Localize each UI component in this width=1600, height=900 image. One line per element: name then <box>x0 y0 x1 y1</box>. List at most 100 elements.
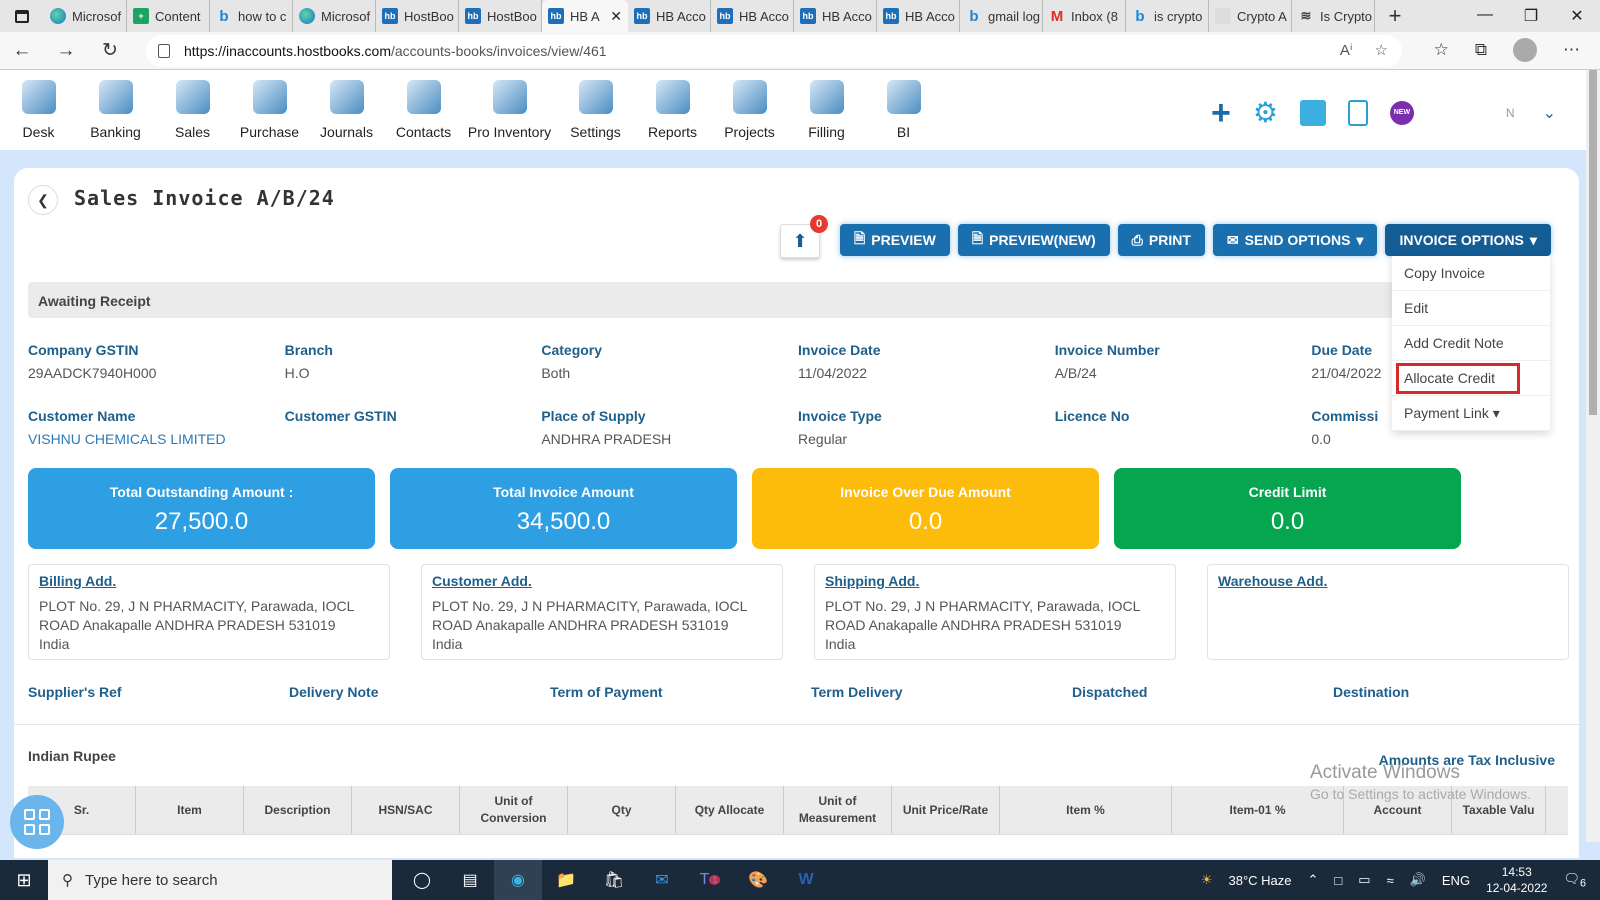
notifications-icon[interactable]: 🗨6 <box>1563 871 1586 890</box>
browser-tab[interactable]: M Inbox (8 <box>1043 0 1126 32</box>
column-header[interactable]: Unit of Conversion <box>460 786 568 834</box>
apps-grid-button[interactable] <box>10 795 64 849</box>
nav-pro-inventory[interactable]: Pro Inventory <box>462 70 557 150</box>
preview-button[interactable]: 🗎 PREVIEW <box>840 224 950 256</box>
battery-icon[interactable]: ▭ <box>1358 872 1370 888</box>
document-icon[interactable] <box>1347 99 1368 126</box>
browser-tab[interactable]: ≋ Is Crypto <box>1292 0 1375 32</box>
column-header[interactable]: Item <box>136 786 244 834</box>
print-button[interactable]: ⎙ PRINT <box>1117 224 1205 256</box>
new-badge-icon[interactable]: NEW <box>1389 100 1414 125</box>
column-header[interactable]: Qty Allocate <box>676 786 784 834</box>
nav-filling[interactable]: Filling <box>788 70 865 150</box>
close-window-button[interactable]: ✕ <box>1554 6 1600 26</box>
mail-icon[interactable]: ✉ <box>638 860 686 900</box>
menu-item-copy-invoice[interactable]: Copy Invoice <box>1392 256 1550 291</box>
paint-icon[interactable]: 🎨 <box>734 860 782 900</box>
browser-tab[interactable]: hb HB Acco <box>628 0 711 32</box>
browser-tab[interactable]: Crypto A <box>1209 0 1292 32</box>
language-indicator[interactable]: ENG <box>1442 873 1470 888</box>
page-scrollbar[interactable] <box>1586 70 1600 842</box>
task-view-icon[interactable]: ▤ <box>446 860 494 900</box>
menu-item-allocate-credit[interactable]: Allocate Credit <box>1392 361 1550 396</box>
browser-tab[interactable]: hb HostBoo <box>376 0 459 32</box>
read-aloud-icon[interactable]: Aⁱ <box>1340 41 1353 59</box>
store-icon[interactable]: 🛍 <box>590 860 638 900</box>
gear-icon[interactable]: ⚙ <box>1253 96 1278 129</box>
back-arrow-button[interactable]: ❮ <box>28 185 58 215</box>
favorites-icon[interactable]: ☆ <box>1434 40 1449 60</box>
volume-icon[interactable]: 🔊 <box>1410 872 1426 888</box>
tab-actions-button[interactable] <box>0 0 44 32</box>
file-explorer-icon[interactable]: 📁 <box>542 860 590 900</box>
refresh-button[interactable]: ↻ <box>88 39 132 62</box>
teams-icon[interactable]: T1 <box>686 860 734 900</box>
new-tab-button[interactable]: + <box>1375 3 1415 29</box>
clock[interactable]: 14:53 12-04-2022 <box>1486 864 1547 896</box>
meet-now-icon[interactable]: □ <box>1334 873 1342 888</box>
nav-reports[interactable]: Reports <box>634 70 711 150</box>
wifi-icon[interactable]: ≈ <box>1387 873 1394 888</box>
browser-tab[interactable]: b is crypto <box>1126 0 1209 32</box>
menu-item-payment-link[interactable]: Payment Link ▾ <box>1392 396 1550 431</box>
close-tab-icon[interactable]: ✕ <box>610 8 622 25</box>
invoice-options-button[interactable]: INVOICE OPTIONS ▾ <box>1385 224 1551 256</box>
nav-projects[interactable]: Projects <box>711 70 788 150</box>
address-heading-link[interactable]: Customer Add. <box>432 573 772 589</box>
column-header[interactable]: Item % <box>1000 786 1172 834</box>
browser-tab[interactable]: hb HostBoo <box>459 0 542 32</box>
upload-attachment-button[interactable]: ⬆ 0 <box>780 215 828 258</box>
browser-tab[interactable]: + Content <box>127 0 210 32</box>
chevron-down-icon[interactable]: ⌄ <box>1543 103 1556 123</box>
address-heading-link[interactable]: Warehouse Add. <box>1218 573 1558 589</box>
address-heading-link[interactable]: Shipping Add. <box>825 573 1165 589</box>
column-header[interactable]: Unit of Measurement <box>784 786 892 834</box>
collections-icon[interactable]: ⧉ <box>1475 40 1487 60</box>
forward-button[interactable]: → <box>44 40 88 62</box>
more-menu-icon[interactable]: ⋯ <box>1563 40 1580 60</box>
weather-text[interactable]: 38°C Haze <box>1228 873 1291 888</box>
browser-tab[interactable]: b gmail log <box>960 0 1043 32</box>
nav-banking[interactable]: Banking <box>77 70 154 150</box>
edge-taskbar-icon[interactable]: ◉ <box>494 860 542 900</box>
nav-bi[interactable]: BI <box>865 70 942 150</box>
menu-item-add-credit-note[interactable]: Add Credit Note <box>1392 326 1550 361</box>
url-input[interactable]: https://inaccounts.hostbooks.com /accoun… <box>146 35 1402 67</box>
column-header[interactable]: Qty <box>568 786 676 834</box>
restore-button[interactable]: ❐ <box>1508 6 1554 26</box>
taskbar-search[interactable]: ⚲ Type here to search <box>48 860 392 900</box>
minimize-button[interactable]: — <box>1462 6 1508 26</box>
browser-tab[interactable]: hb HB A ✕ <box>542 0 628 32</box>
menu-item-edit[interactable]: Edit <box>1392 291 1550 326</box>
word-icon[interactable]: W <box>782 860 830 900</box>
weather-icon[interactable]: ☀ <box>1201 872 1213 888</box>
nav-journals[interactable]: Journals <box>308 70 385 150</box>
show-hidden-icons[interactable]: ⌃ <box>1308 872 1319 888</box>
nav-sales[interactable]: Sales <box>154 70 231 150</box>
browser-tab[interactable]: b how to c <box>210 0 293 32</box>
column-header[interactable]: Unit Price/Rate <box>892 786 1000 834</box>
nav-contacts[interactable]: Contacts <box>385 70 462 150</box>
column-header[interactable]: HSN/SAC <box>352 786 460 834</box>
browser-tab[interactable]: hb HB Acco <box>877 0 960 32</box>
preview-new-button[interactable]: 🗎 PREVIEW(NEW) <box>957 224 1110 256</box>
address-heading-link[interactable]: Billing Add. <box>39 573 379 589</box>
windows-start-button[interactable]: ⊞ <box>0 870 48 891</box>
browser-tab[interactable]: Microsof <box>293 0 376 32</box>
browser-tab[interactable]: hb HB Acco <box>794 0 877 32</box>
plus-icon[interactable]: + <box>1211 96 1231 130</box>
nav-desk[interactable]: Desk <box>0 70 77 150</box>
send-options-button[interactable]: ✉ SEND OPTIONS ▾ <box>1212 224 1378 256</box>
browser-tab[interactable]: hb HB Acco <box>711 0 794 32</box>
add-favorite-icon[interactable]: ☆ <box>1375 41 1388 59</box>
cortana-icon[interactable]: ◯ <box>398 860 446 900</box>
back-button[interactable]: ← <box>0 40 44 62</box>
nav-settings[interactable]: Settings <box>557 70 634 150</box>
profile-avatar[interactable] <box>1513 38 1537 62</box>
column-header[interactable]: Description <box>244 786 352 834</box>
nav-purchase[interactable]: Purchase <box>231 70 308 150</box>
calculator-icon[interactable] <box>1299 99 1326 126</box>
browser-tab[interactable]: Microsof <box>44 0 127 32</box>
field-value[interactable]: VISHNU CHEMICALS LIMITED <box>28 431 285 447</box>
scrollbar-thumb[interactable] <box>1589 70 1597 415</box>
